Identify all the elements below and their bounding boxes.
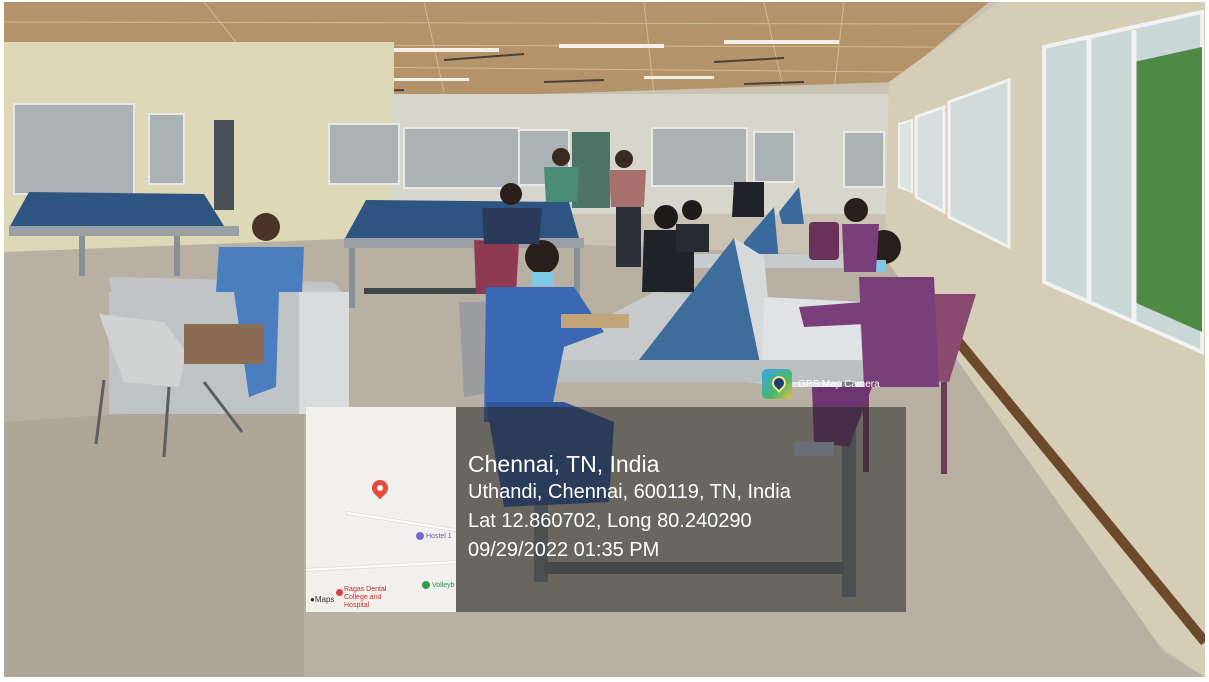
gps-camera-badge: GPS Map Camera xyxy=(762,368,880,400)
dental-icon xyxy=(336,589,343,596)
app-name-label: GPS Map Camera xyxy=(798,378,880,390)
location-stamp-overlay: Hostel 1 Volleyb ●Maps Ragas Dental Coll… xyxy=(306,407,906,612)
coordinates-line: Lat 12.860702, Long 80.240290 xyxy=(468,510,752,532)
mini-map: Hostel 1 Volleyb ●Maps Ragas Dental Coll… xyxy=(306,407,456,612)
poi-volleyball: Volleyb xyxy=(422,581,455,589)
volleyball-icon xyxy=(422,581,430,589)
poi-dental-college: Ragas Dental College and Hospital xyxy=(336,586,386,610)
location-pin-icon xyxy=(368,476,392,500)
datetime-line: 09/29/2022 01:35 PM xyxy=(468,539,660,561)
address-line: Uthandi, Chennai, 600119, TN, India xyxy=(468,481,791,503)
gps-map-camera-app-icon xyxy=(762,369,792,399)
city-line: Chennai, TN, India xyxy=(468,451,660,477)
maps-brand: ●Maps xyxy=(310,595,335,604)
hostel-icon xyxy=(416,532,424,540)
poi-hostel: Hostel 1 xyxy=(416,532,452,540)
location-info: Chennai, TN, India Uthandi, Chennai, 600… xyxy=(468,451,791,565)
